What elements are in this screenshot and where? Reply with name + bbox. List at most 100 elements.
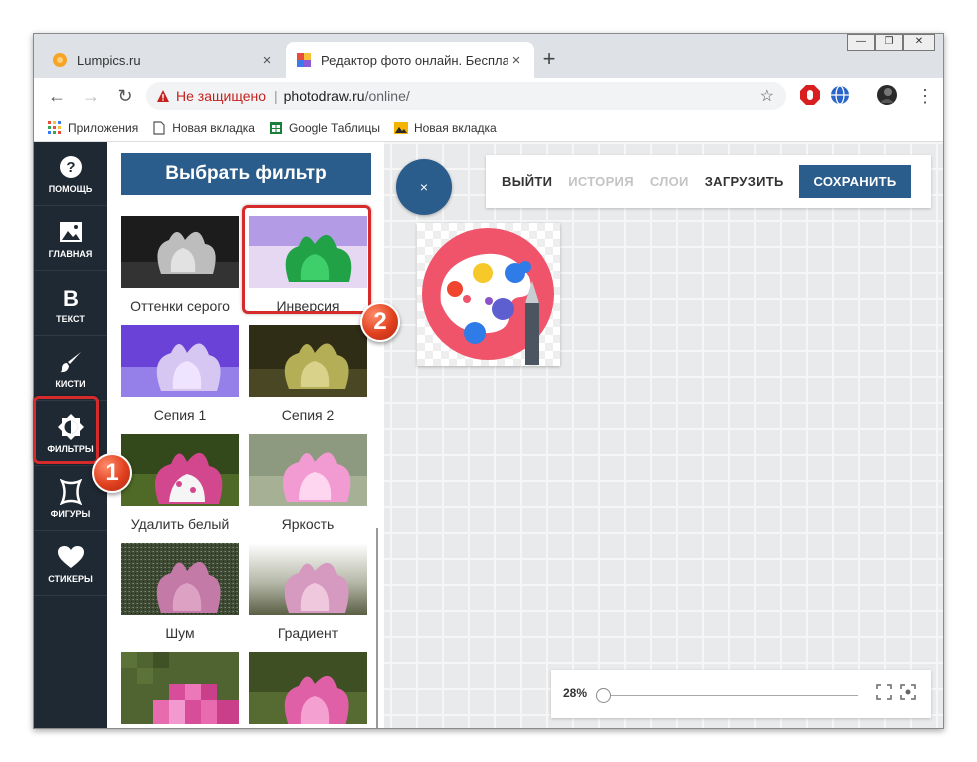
bookmark-new-tab-1[interactable]: Новая вкладка <box>152 121 255 135</box>
sidebar-item-brushes[interactable]: КИСТИ <box>34 337 107 401</box>
filter-thumbnail <box>249 434 367 506</box>
bookmark-label: Приложения <box>68 120 139 135</box>
sidebar-item-label: ГЛАВНАЯ <box>48 248 93 259</box>
minimize-button[interactable]: — <box>847 34 875 51</box>
filter-label: Яркость <box>281 516 335 532</box>
globe-extension-icon[interactable] <box>829 84 851 106</box>
tab-title: Редактор фото онлайн. Бесплатный <box>321 52 508 68</box>
zoom-control: 28% <box>551 670 931 718</box>
filter-remove-white[interactable]: Удалить белый <box>121 434 239 534</box>
history-button[interactable]: ИСТОРИЯ <box>568 174 634 189</box>
forward-button[interactable]: → <box>76 81 106 111</box>
fit-screen-icon[interactable] <box>876 684 892 700</box>
bookmark-star-icon[interactable]: ☆ <box>760 86 774 106</box>
tab-photodraw[interactable]: Редактор фото онлайн. Бесплатный × <box>286 42 534 78</box>
filter-pixelate[interactable] <box>121 652 239 728</box>
sidebar-item-label: ТЕКСТ <box>56 313 85 324</box>
bookmark-label: Новая вкладка <box>172 120 255 135</box>
bookmark-apps[interactable]: Приложения <box>48 120 139 135</box>
shape-icon <box>59 478 82 505</box>
url-host: photodraw.ru <box>283 88 365 104</box>
browser-menu-icon[interactable]: ⋮ <box>910 81 940 111</box>
filter-label: Удалить белый <box>130 516 230 532</box>
close-panel-button[interactable]: × <box>396 159 452 215</box>
sidebar-item-help[interactable]: ? ПОМОЩЬ <box>34 142 107 206</box>
editor-page: ? ПОМОЩЬ ГЛАВНАЯ B ТЕКСТ КИСТИ ФИЛЬТРЫ Ф… <box>34 142 943 728</box>
exit-button[interactable]: ВЫЙТИ <box>502 174 552 189</box>
sheets-icon <box>269 121 282 134</box>
brush-icon <box>59 349 83 375</box>
bookmark-new-tab-2[interactable]: Новая вкладка <box>393 120 497 135</box>
sidebar-item-home[interactable]: ГЛАВНАЯ <box>34 207 107 271</box>
editor-toolbar: ВЫЙТИ ИСТОРИЯ СЛОИ ЗАГРУЗИТЬ СОХРАНИТЬ <box>486 155 931 208</box>
palette-logo-icon <box>422 228 554 365</box>
reload-button[interactable]: ↻ <box>110 81 140 111</box>
filter-label: Оттенки серого <box>130 298 230 314</box>
filter-last[interactable] <box>249 652 367 728</box>
filter-sepia-2[interactable]: Сепия 2 <box>249 325 367 425</box>
actual-size-icon[interactable] <box>900 684 916 700</box>
zoom-slider-handle[interactable] <box>595 688 611 703</box>
filter-thumbnail <box>121 325 239 397</box>
filter-label: Градиент <box>277 625 339 641</box>
bookmarks-bar: Приложения Новая вкладка Google Таблицы … <box>34 114 943 142</box>
save-button[interactable]: СОХРАНИТЬ <box>799 165 911 198</box>
url-path: /online/ <box>364 88 410 104</box>
filter-grayscale[interactable]: Оттенки серого <box>121 216 239 316</box>
text-glyph: B <box>63 286 79 309</box>
sidebar-item-label: КИСТИ <box>55 378 86 389</box>
filter-label: Сепия 1 <box>153 407 207 423</box>
bookmark-google-sheets[interactable]: Google Таблицы <box>269 121 380 135</box>
warning-icon <box>157 90 169 102</box>
new-tab-button[interactable]: + <box>536 47 562 73</box>
photodraw-favicon-icon <box>297 53 311 67</box>
zoom-value: 28% <box>563 686 588 700</box>
tab-title: Lumpics.ru <box>77 52 141 68</box>
filter-sepia-1[interactable]: Сепия 1 <box>121 325 239 425</box>
back-button[interactable]: ← <box>42 81 72 111</box>
layers-button[interactable]: СЛОИ <box>650 174 689 189</box>
browser-toolbar: ← → ↻ Не защищено | photodraw.ru/online/… <box>34 78 943 114</box>
page-icon <box>153 120 165 135</box>
window-close-button[interactable]: ✕ <box>903 34 935 51</box>
bookmark-label: Новая вкладка <box>413 120 497 135</box>
highlight-inversion <box>242 205 371 314</box>
tab-close-icon[interactable]: × <box>259 52 275 69</box>
filter-thumbnail <box>249 325 367 397</box>
filter-label: Сепия 2 <box>281 407 335 423</box>
text-icon: B <box>60 284 82 310</box>
upload-button[interactable]: ЗАГРУЗИТЬ <box>705 174 784 189</box>
maximize-button[interactable]: ❐ <box>875 34 903 51</box>
apps-grid-icon <box>48 120 61 134</box>
sidebar-item-label: ФИГУРЫ <box>50 508 91 519</box>
filter-brightness[interactable]: Яркость <box>249 434 367 534</box>
sidebar-item-label: ПОМОЩЬ <box>48 183 93 194</box>
help-glyph: ? <box>66 159 75 176</box>
filter-noise[interactable]: Шум <box>121 543 239 643</box>
step-badge-1: 1 <box>92 453 132 493</box>
canvas-image[interactable] <box>417 223 560 366</box>
filter-panel-scrollbar[interactable] <box>376 528 378 728</box>
bookmark-label: Google Таблицы <box>288 120 380 135</box>
filter-gradient[interactable]: Градиент <box>249 543 367 643</box>
tab-close-icon[interactable]: × <box>508 52 524 69</box>
filter-panel-header: Выбрать фильтр <box>121 153 371 195</box>
sidebar-item-text[interactable]: B ТЕКСТ <box>34 272 107 336</box>
filter-label: Шум <box>165 625 195 641</box>
zoom-slider-track[interactable] <box>603 695 858 696</box>
security-status[interactable]: Не защищено <box>176 88 266 104</box>
heart-icon <box>57 544 85 570</box>
image-bookmark-icon <box>393 121 408 134</box>
address-bar[interactable]: Не защищено | photodraw.ru/online/ ☆ <box>146 82 786 110</box>
filter-thumbnail <box>121 216 239 288</box>
sidebar-item-stickers[interactable]: СТИКЕРЫ <box>34 532 107 596</box>
tab-lumpics[interactable]: Lumpics.ru × <box>42 42 285 78</box>
highlight-filters <box>33 396 99 464</box>
adblock-extension-icon[interactable] <box>799 84 821 106</box>
image-icon <box>59 219 83 245</box>
profile-avatar[interactable] <box>876 84 898 106</box>
editor-canvas[interactable]: × ВЫЙТИ ИСТОРИЯ СЛОИ ЗАГРУЗИТЬ СОХРАНИТЬ <box>384 142 943 728</box>
filter-thumbnail <box>249 543 367 615</box>
filter-thumbnail <box>249 652 367 726</box>
sidebar-item-label: СТИКЕРЫ <box>48 573 93 584</box>
